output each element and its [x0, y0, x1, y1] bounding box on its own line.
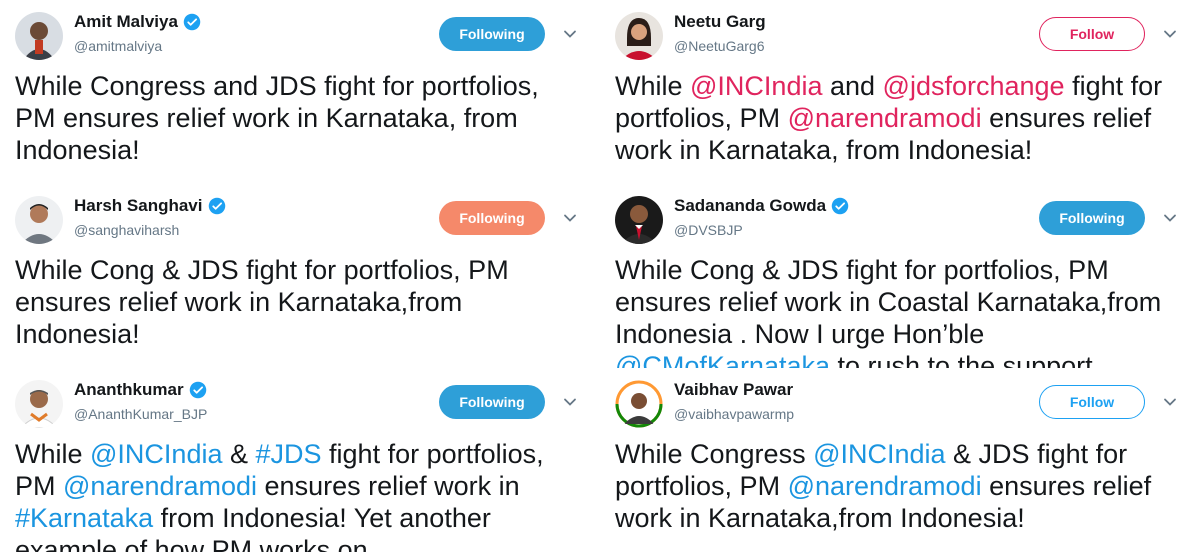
chevron-down-icon[interactable]	[1162, 210, 1178, 226]
author-handle[interactable]: @sanghaviharsh	[74, 222, 179, 238]
chevron-down-icon[interactable]	[562, 26, 578, 42]
author-row: Sadananda Gowda	[674, 196, 849, 216]
mention-link[interactable]: @narendramodi	[63, 471, 257, 501]
tweet-text-segment: and	[822, 71, 883, 101]
follow-button[interactable]: Follow	[1039, 17, 1145, 51]
tweet-text: While @INCIndia & #JDS fight for portfol…	[15, 438, 580, 552]
tweet-card: Sadananda Gowda @DVSBJP Following While …	[600, 184, 1180, 368]
author-row: Harsh Sanghavi	[74, 196, 226, 216]
tweet-text-segment: While	[615, 71, 691, 101]
author-handle[interactable]: @DVSBJP	[674, 222, 743, 238]
author-row: Neetu Garg	[674, 12, 766, 32]
avatar[interactable]	[15, 12, 63, 60]
tweet-card: Ananthkumar @AnanthKumar_BJP Following W…	[0, 368, 580, 552]
tweet-card: Neetu Garg @NeetuGarg6 Follow While @INC…	[600, 0, 1180, 184]
tweet-text: While @INCIndia and @jdsforchange fight …	[615, 70, 1180, 166]
avatar[interactable]	[15, 196, 63, 244]
mention-link[interactable]: @narendramodi	[788, 471, 982, 501]
tweet-text-segment: ensures relief work in	[257, 471, 520, 501]
hashtag-link[interactable]: #JDS	[256, 439, 322, 469]
verified-badge-icon	[831, 197, 849, 215]
following-button[interactable]: Following	[439, 17, 545, 51]
author-name[interactable]: Amit Malviya	[74, 12, 178, 32]
mention-link[interactable]: @narendramodi	[788, 103, 982, 133]
tweet-text-segment: While Congress and JDS fight for portfol…	[15, 71, 539, 165]
tweet-card: Vaibhav Pawar @vaibhavpawarmp Follow Whi…	[600, 368, 1180, 552]
tweet-text: While Congress @INCIndia & JDS fight for…	[615, 438, 1180, 534]
tweet-text-segment: &	[222, 439, 256, 469]
hashtag-link[interactable]: #Karnataka	[15, 503, 153, 533]
mention-link[interactable]: @CMofKarnataka	[615, 351, 830, 368]
tweet-text-segment: to rush to the support	[830, 351, 1093, 368]
following-button[interactable]: Following	[1039, 201, 1145, 235]
follow-button[interactable]: Follow	[1039, 385, 1145, 419]
author-row: Ananthkumar	[74, 380, 207, 400]
tweet-text: While Cong & JDS fight for portfolios, P…	[15, 254, 580, 350]
author-name[interactable]: Neetu Garg	[674, 12, 766, 32]
tweet-text-segment: While Congress	[615, 439, 814, 469]
avatar[interactable]	[615, 12, 663, 60]
verified-badge-icon	[208, 197, 225, 215]
author-handle[interactable]: @vaibhavpawarmp	[674, 406, 794, 422]
avatar[interactable]	[15, 380, 63, 428]
chevron-down-icon[interactable]	[562, 210, 578, 226]
tweet-text-segment: While Cong & JDS fight for portfolios, P…	[15, 255, 509, 349]
chevron-down-icon[interactable]	[1162, 394, 1178, 410]
tweet-text: While Congress and JDS fight for portfol…	[15, 70, 580, 166]
author-name[interactable]: Vaibhav Pawar	[674, 380, 793, 400]
verified-badge-icon	[183, 13, 201, 31]
chevron-down-icon[interactable]	[562, 394, 578, 410]
author-row: Vaibhav Pawar	[674, 380, 793, 400]
tweet-card: Amit Malviya @amitmalviya Following Whil…	[0, 0, 580, 184]
author-handle[interactable]: @NeetuGarg6	[674, 38, 764, 54]
tweet-text-segment: While Cong & JDS fight for portfolios, P…	[615, 255, 1162, 349]
author-name[interactable]: Sadananda Gowda	[674, 196, 826, 216]
mention-link[interactable]: @INCIndia	[813, 439, 945, 469]
author-name[interactable]: Harsh Sanghavi	[74, 196, 203, 216]
tweet-text: While Cong & JDS fight for portfolios, P…	[615, 254, 1180, 368]
following-button[interactable]: Following	[439, 385, 545, 419]
mention-link[interactable]: @INCIndia	[90, 439, 222, 469]
tweet-text-segment: While	[15, 439, 91, 469]
mention-link[interactable]: @INCIndia	[690, 71, 822, 101]
verified-badge-icon	[189, 381, 206, 399]
author-row: Amit Malviya	[74, 12, 201, 32]
author-handle[interactable]: @AnanthKumar_BJP	[74, 406, 207, 422]
avatar[interactable]	[615, 380, 663, 428]
chevron-down-icon[interactable]	[1162, 26, 1178, 42]
avatar[interactable]	[615, 196, 663, 244]
following-button[interactable]: Following	[439, 201, 545, 235]
tweet-card: Harsh Sanghavi @sanghaviharsh Following …	[0, 184, 580, 368]
mention-link[interactable]: @jdsforchange	[883, 71, 1065, 101]
author-handle[interactable]: @amitmalviya	[74, 38, 162, 54]
author-name[interactable]: Ananthkumar	[74, 380, 184, 400]
